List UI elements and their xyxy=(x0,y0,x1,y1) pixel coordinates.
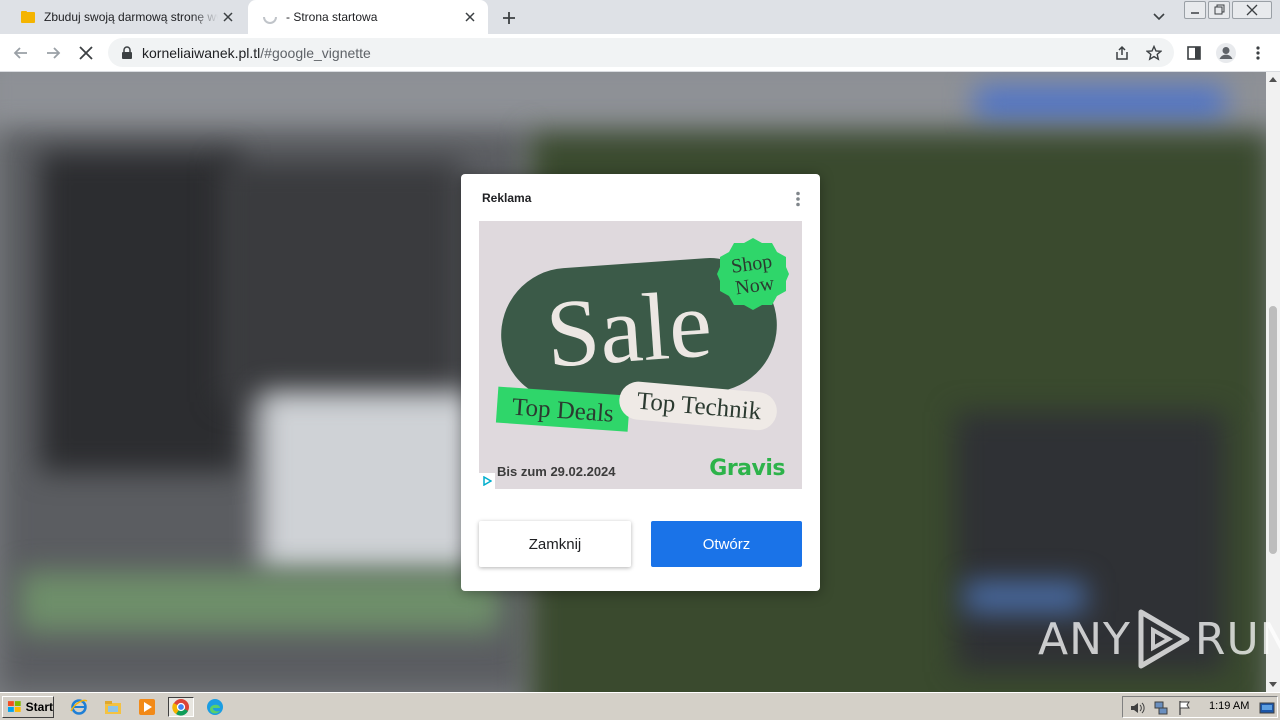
tab-title: Zbuduj swoją darmową stronę www xyxy=(44,10,218,24)
show-desktop-icon[interactable] xyxy=(1259,700,1275,716)
blurred-hero-caption xyxy=(20,572,500,632)
scroll-down-icon[interactable] xyxy=(1266,678,1280,692)
watermark-left: ANY xyxy=(1038,613,1131,665)
profile-avatar-icon[interactable] xyxy=(1214,41,1238,65)
chrome-taskbar-icon[interactable] xyxy=(168,697,194,717)
url-host: korneliaiwanek.pl.tl xyxy=(142,44,261,61)
file-explorer-icon[interactable] xyxy=(102,697,124,717)
browser-toolbar: korneliaiwanek.pl.tl/#google_vignette xyxy=(0,34,1280,72)
blurred-header-button xyxy=(975,86,1225,120)
anyrun-watermark: ANY RUN xyxy=(1038,606,1280,672)
start-button[interactable]: Start xyxy=(2,696,54,718)
ad-brand-logo: Gravis xyxy=(709,456,785,481)
folder-icon xyxy=(21,11,35,23)
tab-inactive[interactable]: Zbuduj swoją darmową stronę www xyxy=(8,0,246,34)
tab-active[interactable]: - Strona startowa xyxy=(248,0,488,34)
scrollbar-thumb[interactable] xyxy=(1269,306,1277,554)
blurred-hero-highlight xyxy=(260,392,480,572)
adchoices-icon[interactable] xyxy=(479,473,495,489)
ad-date-text: Bis zum 29.02.2024 xyxy=(497,464,616,479)
edge-icon[interactable] xyxy=(204,697,226,717)
ad-artwork[interactable]: Sale Shop Now Top Deals Top Technik Bis … xyxy=(479,221,802,489)
close-ad-button[interactable]: Zamknij xyxy=(479,521,631,567)
page-scrollbar[interactable] xyxy=(1266,72,1280,692)
system-tray: 1:19 AM xyxy=(1122,696,1278,718)
minimize-icon[interactable] xyxy=(1184,1,1206,19)
share-icon[interactable] xyxy=(1110,41,1134,65)
internet-explorer-icon[interactable] xyxy=(68,697,90,717)
tab-strip: Zbuduj swoją darmową stronę www - Strona… xyxy=(0,0,1280,34)
forward-arrow-icon[interactable] xyxy=(41,41,65,65)
network-icon[interactable] xyxy=(1153,700,1169,716)
media-player-icon[interactable] xyxy=(136,697,158,717)
action-center-flag-icon[interactable] xyxy=(1177,700,1193,716)
stop-loading-icon[interactable] xyxy=(74,41,98,65)
tab-title: - Strona startowa xyxy=(286,10,378,24)
start-label: Start xyxy=(25,700,53,714)
windows-logo-icon xyxy=(7,701,21,712)
tab-close-icon[interactable] xyxy=(218,7,238,27)
blurred-hero-figure xyxy=(40,152,240,472)
top-technik-tag: Top Technik xyxy=(619,381,777,431)
bookmark-star-icon[interactable] xyxy=(1142,41,1166,65)
back-arrow-icon[interactable] xyxy=(9,41,33,65)
blurred-hero-shape xyxy=(220,162,460,402)
open-ad-button[interactable]: Otwórz xyxy=(651,521,802,567)
ad-options-icon[interactable] xyxy=(791,190,805,208)
scroll-up-icon[interactable] xyxy=(1266,72,1280,86)
window-close-icon[interactable] xyxy=(1232,1,1272,19)
url-path: /#google_vignette xyxy=(260,44,371,61)
play-logo-icon xyxy=(1138,609,1190,669)
tab-search-chevron-icon[interactable] xyxy=(1152,9,1170,27)
more-menu-icon[interactable] xyxy=(1246,41,1270,65)
ad-headline: Sale xyxy=(543,269,715,387)
windows-taskbar: Start 1:19 AM xyxy=(0,692,1280,720)
watermark-right: RUN xyxy=(1194,613,1280,665)
ad-creative[interactable]: Sale Shop Now Top Deals Top Technik Bis … xyxy=(479,221,802,489)
restore-icon[interactable] xyxy=(1208,1,1230,19)
new-tab-icon[interactable] xyxy=(498,7,520,29)
lock-icon[interactable] xyxy=(120,45,134,60)
taskbar-clock: 1:19 AM xyxy=(1209,700,1250,712)
tab-close-icon[interactable] xyxy=(460,7,480,27)
address-bar[interactable]: korneliaiwanek.pl.tl/#google_vignette xyxy=(108,38,1174,67)
side-panel-icon[interactable] xyxy=(1182,41,1206,65)
loading-spinner-icon xyxy=(263,16,277,24)
ad-vignette-dialog: Reklama Sale Shop Now Top Deals Top Tech… xyxy=(461,174,820,591)
volume-icon[interactable] xyxy=(1129,700,1145,716)
ad-label: Reklama xyxy=(482,191,532,205)
